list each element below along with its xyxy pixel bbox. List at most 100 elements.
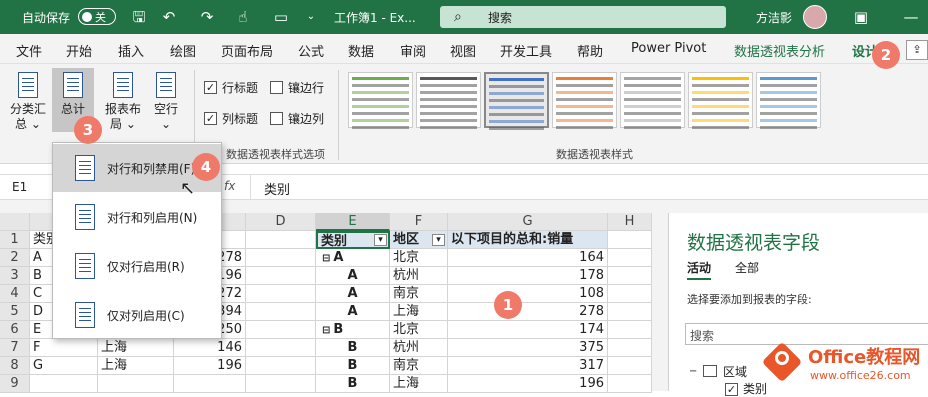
pivot-row-region[interactable]: 杭州 <box>390 339 448 357</box>
avatar[interactable] <box>803 5 827 29</box>
cell-d[interactable] <box>246 339 316 357</box>
menu-item-on-rows-columns[interactable]: 对行和列启用(N) <box>53 193 221 241</box>
undo-icon[interactable]: ↶ <box>158 6 180 28</box>
cell-h[interactable] <box>608 339 652 357</box>
tab-all[interactable]: 全部 <box>735 259 759 276</box>
collapse-icon[interactable]: ⊟ <box>322 325 330 336</box>
pivot-row-category[interactable]: A <box>316 285 390 303</box>
banded-columns-checkbox[interactable] <box>270 112 283 125</box>
column-header-f[interactable]: F <box>390 213 448 231</box>
tab-help[interactable]: 帮助 <box>577 41 603 60</box>
pivot-style-swatch[interactable] <box>688 72 753 129</box>
ribbon-display-icon[interactable]: ▣ <box>850 6 872 28</box>
column-header-g[interactable]: G <box>448 213 608 231</box>
pivot-row-category[interactable]: ⊟ A <box>316 249 390 267</box>
cell-h[interactable] <box>608 267 652 285</box>
cell-source-value[interactable] <box>174 375 246 393</box>
row-header[interactable]: 2 <box>0 249 30 267</box>
formula-content[interactable]: 类别 <box>264 179 290 198</box>
insert-function-icon[interactable]: fx <box>224 179 235 193</box>
menu-item-columns-only[interactable]: 仅对列启用(C) <box>53 291 221 339</box>
pivot-row-region[interactable]: 北京 <box>390 249 448 267</box>
row-header[interactable]: 7 <box>0 339 30 357</box>
pivot-row-value[interactable]: 196 <box>448 375 608 393</box>
pivot-row-region[interactable]: 南京 <box>390 357 448 375</box>
folder-icon[interactable]: ▭ <box>270 6 292 28</box>
pivot-row-category[interactable]: A <box>316 267 390 285</box>
cell-source-region[interactable]: 上海 <box>98 339 174 357</box>
cell-d[interactable] <box>246 303 316 321</box>
touch-mode-icon[interactable]: ☝ <box>232 6 254 28</box>
pivot-row-category[interactable]: B <box>316 375 390 393</box>
tab-active[interactable]: 活动 <box>687 259 712 280</box>
column-header-h[interactable]: H <box>608 213 652 231</box>
cell-h[interactable] <box>608 375 652 393</box>
menu-item-rows-only[interactable]: 仅对行启用(R) <box>53 242 221 290</box>
scrollbar[interactable] <box>652 213 668 391</box>
cell-h[interactable] <box>608 357 652 375</box>
pivot-style-swatch[interactable] <box>416 72 481 129</box>
column-header-e[interactable]: E <box>316 213 390 231</box>
pivot-style-swatch[interactable] <box>348 72 413 129</box>
report-layout-button[interactable]: 报表布 局 ⌄ <box>102 72 144 132</box>
pivot-row-value[interactable]: 164 <box>448 249 608 267</box>
cell-source-value[interactable]: 196 <box>174 357 246 375</box>
banded-rows-checkbox[interactable] <box>270 81 283 94</box>
minimize-icon[interactable]: — <box>900 6 922 28</box>
share-icon[interactable]: ⇪ <box>906 40 928 60</box>
pivot-row-category[interactable]: A <box>316 303 390 321</box>
tab-review[interactable]: 审阅 <box>400 41 426 60</box>
select-all[interactable] <box>0 213 30 231</box>
cell-d[interactable] <box>246 285 316 303</box>
cell-d[interactable] <box>246 375 316 393</box>
pivot-row-value[interactable]: 174 <box>448 321 608 339</box>
pivot-row-region[interactable]: 杭州 <box>390 267 448 285</box>
tab-power-pivot[interactable]: Power Pivot <box>631 41 706 56</box>
pivot-style-swatch[interactable] <box>756 72 821 129</box>
cell-h[interactable] <box>608 303 652 321</box>
pivot-row-category[interactable]: ⊟ B <box>316 321 390 339</box>
cell-h[interactable] <box>608 249 652 267</box>
subtotal-button[interactable]: 分类汇 总 ⌄ <box>8 72 48 132</box>
tab-insert[interactable]: 插入 <box>118 41 144 60</box>
tab-home[interactable]: 开始 <box>66 41 92 60</box>
pivot-style-swatch[interactable] <box>552 72 617 129</box>
tab-draw[interactable]: 绘图 <box>170 41 196 60</box>
autosave-toggle[interactable]: 关 <box>78 8 116 25</box>
pivot-style-swatch[interactable] <box>484 72 549 130</box>
pivot-header-sum[interactable]: 以下项目的总和:销量 <box>448 231 608 249</box>
row-header[interactable]: 3 <box>0 267 30 285</box>
pivot-row-value[interactable]: 108 <box>448 285 608 303</box>
customize-icon[interactable]: ⌄ <box>300 6 322 28</box>
cell-d[interactable] <box>246 321 316 339</box>
name-box[interactable]: E1 <box>12 180 27 194</box>
expand-icon[interactable]: − <box>689 366 697 377</box>
pivot-row-value[interactable]: 278 <box>448 303 608 321</box>
pivot-style-swatch[interactable] <box>620 72 685 129</box>
tab-page-layout[interactable]: 页面布局 <box>221 41 273 60</box>
cell-source-region[interactable] <box>98 375 174 393</box>
tab-data[interactable]: 数据 <box>348 41 374 60</box>
pivot-row-region[interactable]: 南京 <box>390 285 448 303</box>
tab-view[interactable]: 视图 <box>450 41 476 60</box>
search-box[interactable]: ⌕ 搜索 <box>440 6 726 28</box>
filter-dropdown-icon[interactable]: ▾ <box>374 234 387 246</box>
row-headers-checkbox[interactable]: ✓ <box>204 81 217 94</box>
cell-source-region[interactable]: 上海 <box>98 357 174 375</box>
collapse-icon[interactable]: ⊟ <box>322 253 330 264</box>
cell-h[interactable] <box>608 231 652 249</box>
pivot-row-region[interactable]: 北京 <box>390 321 448 339</box>
filter-dropdown-icon[interactable]: ▾ <box>432 234 445 246</box>
column-headers-checkbox[interactable]: ✓ <box>204 112 217 125</box>
column-header-d[interactable]: D <box>246 213 316 231</box>
pivot-row-category[interactable]: B <box>316 339 390 357</box>
pivot-row-value[interactable]: 317 <box>448 357 608 375</box>
pivot-row-value[interactable]: 375 <box>448 339 608 357</box>
pivot-row-region[interactable]: 上海 <box>390 303 448 321</box>
user-name[interactable]: 方洁影 <box>756 9 792 26</box>
cell-source-value[interactable]: 146 <box>174 339 246 357</box>
row-header[interactable]: 8 <box>0 357 30 375</box>
cell-source-category[interactable]: G <box>30 357 98 375</box>
pivot-row-value[interactable]: 178 <box>448 267 608 285</box>
cell-d[interactable] <box>246 357 316 375</box>
